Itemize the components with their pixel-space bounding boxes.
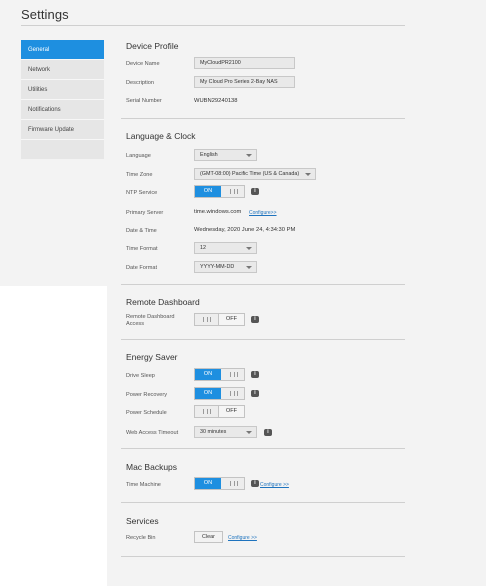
description-field[interactable]: My Cloud Pro Series 2-Bay NAS: [194, 76, 295, 88]
time-zone-label: Time Zone: [126, 172, 153, 178]
power-recovery-label: Power Recovery: [126, 392, 168, 398]
primary-server-label: Primary Server: [126, 210, 164, 216]
date-format-select-value: YYYY-MM-DD: [200, 264, 235, 270]
web-access-timeout-select[interactable]: 30 minutes: [194, 426, 257, 438]
chevron-down-icon: [305, 173, 311, 176]
power-schedule-toggle[interactable]: OFF: [194, 405, 245, 418]
chevron-down-icon: [246, 431, 252, 434]
sidebar-item-network[interactable]: Network: [21, 60, 104, 80]
toggle-off-label: OFF: [218, 314, 244, 325]
section-title-remote-dashboard: Remote Dashboard: [126, 297, 200, 307]
time-format-select[interactable]: 12: [194, 242, 257, 254]
chevron-down-icon: [246, 154, 252, 157]
date-time-label: Date & Time: [126, 228, 157, 234]
info-icon[interactable]: i: [251, 316, 259, 323]
ntp-service-label: NTP Service: [126, 190, 158, 196]
settings-sidebar: General Network Utilities Notifications …: [21, 40, 104, 159]
sidebar-item-general[interactable]: General: [21, 40, 104, 60]
page-title: Settings: [21, 7, 69, 22]
language-select[interactable]: English: [194, 149, 257, 161]
clear-recycle-bin-button[interactable]: Clear: [194, 531, 223, 543]
web-access-timeout-label: Web Access Timeout: [126, 430, 179, 436]
sidebar-item-notifications[interactable]: Notifications: [21, 100, 104, 120]
divider: [121, 502, 405, 503]
ntp-configure-link[interactable]: Configure>>: [249, 210, 277, 216]
chevron-down-icon: [246, 247, 252, 250]
time-zone-select-value: (GMT-08:00) Pacific Time (US & Canada): [200, 171, 300, 177]
ntp-service-toggle[interactable]: ON: [194, 185, 245, 198]
section-title-services: Services: [126, 516, 159, 526]
toggle-off-label: OFF: [218, 406, 244, 417]
power-recovery-toggle[interactable]: ON: [194, 387, 245, 400]
info-icon[interactable]: i: [264, 429, 272, 436]
toggle-grip-icon: [230, 391, 238, 396]
web-access-timeout-value: 30 minutes: [200, 429, 227, 435]
divider: [121, 284, 405, 285]
toggle-on-label: ON: [195, 478, 221, 489]
toggle-grip-icon: [230, 481, 238, 486]
serial-number-value: WUBN29240138: [194, 98, 238, 104]
toggle-grip-icon: [230, 372, 238, 377]
sidebar-item-utilities[interactable]: Utilities: [21, 80, 104, 100]
drive-sleep-toggle[interactable]: ON: [194, 368, 245, 381]
toggle-grip-icon: [203, 317, 211, 322]
device-name-label: Device Name: [126, 61, 160, 67]
section-title-mac-backups: Mac Backups: [126, 462, 178, 472]
section-title-energy-saver: Energy Saver: [126, 352, 178, 362]
divider: [121, 448, 405, 449]
toggle-on-label: ON: [195, 388, 221, 399]
info-icon[interactable]: i: [251, 480, 259, 487]
language-select-value: English: [200, 152, 218, 158]
time-machine-configure-link[interactable]: Configure >>: [260, 482, 289, 488]
date-format-label: Date Format: [126, 265, 158, 271]
toggle-on-label: ON: [195, 369, 221, 380]
section-title-device-profile: Device Profile: [126, 41, 179, 51]
date-time-value: Wednesday, 2020 June 24, 4:34:30 PM: [194, 227, 296, 233]
divider: [121, 556, 405, 557]
drive-sleep-label: Drive Sleep: [126, 373, 155, 379]
date-format-select[interactable]: YYYY-MM-DD: [194, 261, 257, 273]
info-icon[interactable]: i: [251, 371, 259, 378]
section-title-language-clock: Language & Clock: [126, 131, 196, 141]
time-zone-select[interactable]: (GMT-08:00) Pacific Time (US & Canada): [194, 168, 316, 180]
toggle-on-label: ON: [195, 186, 221, 197]
info-icon[interactable]: i: [251, 188, 259, 195]
recycle-bin-label: Recycle Bin: [126, 535, 156, 541]
recycle-bin-configure-link[interactable]: Configure >>: [228, 535, 257, 541]
toggle-grip-icon: [230, 189, 238, 194]
power-schedule-label: Power Schedule: [126, 410, 167, 416]
info-icon[interactable]: i: [251, 390, 259, 397]
remote-dashboard-toggle[interactable]: OFF: [194, 313, 245, 326]
time-format-label: Time Format: [126, 246, 158, 252]
page-background-band: [0, 286, 107, 586]
primary-server-value: time.windows.com: [194, 209, 242, 215]
time-format-select-value: 12: [200, 245, 206, 251]
remote-dashboard-access-label: Remote Dashboard Access: [126, 314, 175, 327]
chevron-down-icon: [246, 266, 252, 269]
time-machine-toggle[interactable]: ON: [194, 477, 245, 490]
description-label: Description: [126, 80, 154, 86]
divider: [121, 339, 405, 340]
serial-number-label: Serial Number: [126, 98, 162, 104]
toggle-grip-icon: [203, 409, 211, 414]
title-divider: [21, 25, 405, 26]
language-label: Language: [126, 153, 151, 159]
sidebar-item-firmware-update[interactable]: Firmware Update: [21, 120, 104, 140]
time-machine-label: Time Machine: [126, 482, 161, 488]
divider: [121, 118, 405, 119]
device-name-field[interactable]: MyCloudPR2100: [194, 57, 295, 69]
